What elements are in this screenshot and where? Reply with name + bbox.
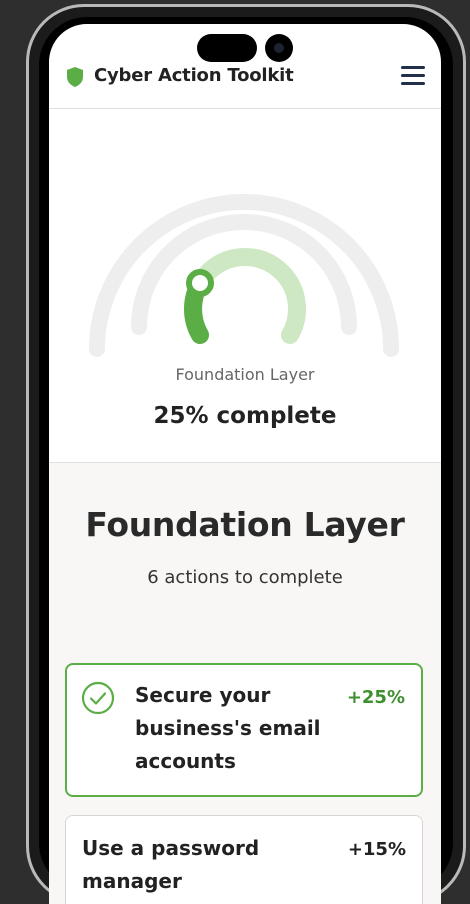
layer-section: Foundation Layer 6 actions to complete S… <box>49 462 441 904</box>
hamburger-menu-icon[interactable] <box>401 66 425 88</box>
action-card-label: Use a password manager <box>82 836 260 893</box>
progress-gauge-graphic <box>89 194 399 357</box>
gauge-middle-ring <box>131 214 357 335</box>
action-card-label: Secure your business's email accounts <box>135 683 321 773</box>
gauge-progress-marker <box>186 269 214 297</box>
action-card-password[interactable]: Use a password manager +15% <box>65 815 423 904</box>
front-camera <box>265 34 293 62</box>
dynamic-island <box>197 34 257 62</box>
gauge-percent-text: 25% complete <box>153 403 337 429</box>
gauge-layer-label: Foundation Layer <box>175 365 315 384</box>
app-header: Cyber Action Toolkit <box>49 58 441 109</box>
section-title: Foundation Layer <box>85 505 405 544</box>
shield-icon <box>67 67 83 87</box>
progress-gauge: Foundation Layer 25% complete <box>49 109 441 462</box>
section-subtitle: 6 actions to complete <box>147 567 343 588</box>
gauge-remaining-arc <box>184 248 306 344</box>
action-card-email[interactable]: Secure your business's email accounts +2… <box>65 663 423 797</box>
app-screen: Cyber Action Toolkit Foundation Layer 25… <box>49 24 441 904</box>
action-card-points: +25% <box>346 687 405 708</box>
app-title: Cyber Action Toolkit <box>94 65 294 86</box>
check-circle-icon <box>81 681 115 715</box>
action-card-points: +15% <box>347 839 406 860</box>
